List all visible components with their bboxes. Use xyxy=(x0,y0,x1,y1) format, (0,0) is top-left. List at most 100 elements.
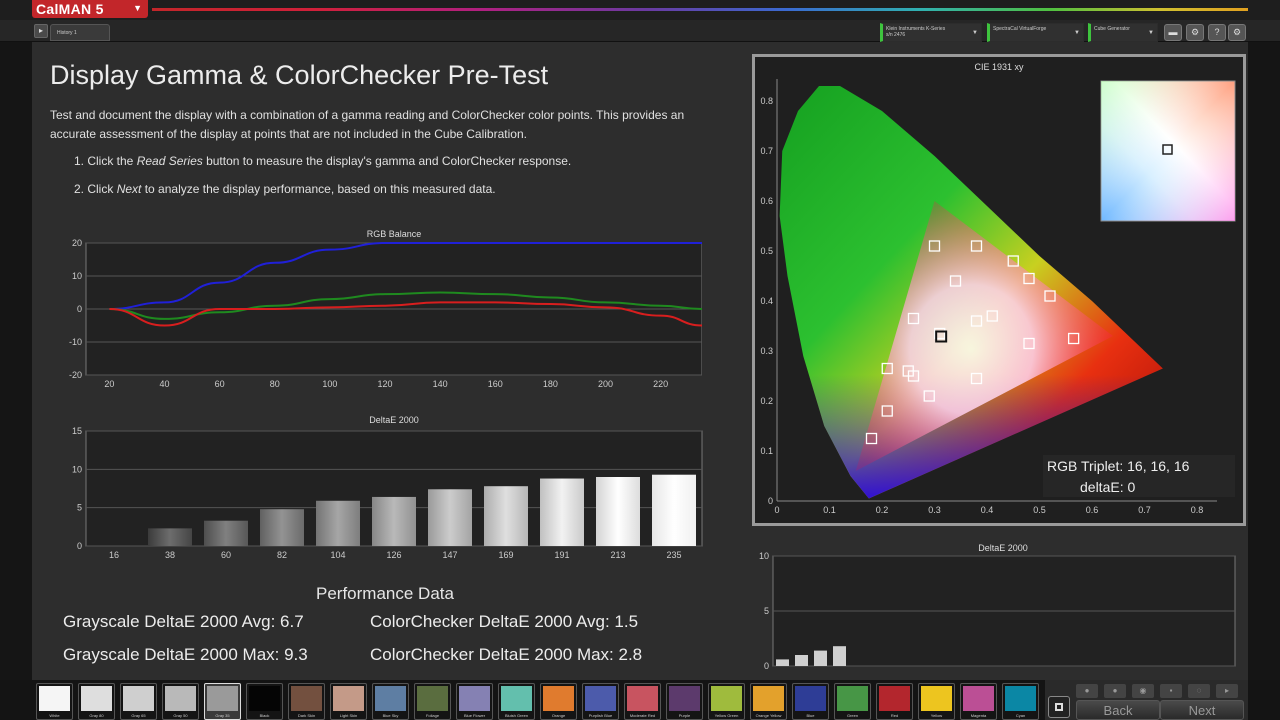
bar xyxy=(260,509,304,546)
pause-icon[interactable]: ◌ xyxy=(1188,684,1210,698)
performance-title: Performance Data xyxy=(316,584,454,603)
swatch-label: Black xyxy=(259,713,270,718)
rgb-triplet-readout: RGB Triplet: 16, 16, 16 xyxy=(1047,458,1190,474)
swatch-orange-yellow[interactable]: Orange Yellow xyxy=(750,683,787,720)
swatch-purplish-blue[interactable]: Purplish Blue xyxy=(582,683,619,720)
swatch-label: Green xyxy=(846,713,859,718)
swatch-blue-flower[interactable]: Blue Flower xyxy=(456,683,493,720)
generator-select[interactable]: Cube Generator ▼ xyxy=(1088,23,1158,42)
x-tick-label: 0.8 xyxy=(1191,505,1204,515)
next-button[interactable]: Next xyxy=(1160,700,1244,720)
swatch-label: Yellow xyxy=(930,713,943,718)
swatch-light-skin[interactable]: Light Skin xyxy=(330,683,367,720)
bar xyxy=(596,477,640,546)
x-tick-label: 213 xyxy=(610,550,625,560)
swatch-yellow-green[interactable]: Yellow Green xyxy=(708,683,745,720)
deltae-small-chart: 10 5 0 xyxy=(759,551,1236,670)
settings-icon[interactable]: ⚙ xyxy=(1228,24,1246,41)
swatch-color xyxy=(165,686,196,711)
swatch-cyan[interactable]: Cyan xyxy=(1002,683,1039,720)
repeat-icon[interactable]: ◉ xyxy=(1132,684,1154,698)
swatch-gray-50[interactable]: Gray 50 xyxy=(162,683,199,720)
swatch-gray-35[interactable]: Gray 35 xyxy=(204,683,241,720)
x-tick-label: 100 xyxy=(322,379,337,389)
swatch-label: Moderate Red xyxy=(629,713,656,718)
swatch-moderate-red[interactable]: Moderate Red xyxy=(624,683,661,720)
swatch-white[interactable]: White xyxy=(36,683,73,720)
rgb-balance-chart: 20100-10-2020 40 60 80 100 120 140 160 180 200 220 xyxy=(69,238,702,389)
swatch-label: Gray 50 xyxy=(173,713,188,718)
x-tick-label: 126 xyxy=(386,550,401,560)
x-tick-label: 0.5 xyxy=(1033,505,1046,515)
record-icon[interactable]: ● xyxy=(1104,684,1126,698)
bar xyxy=(372,496,416,546)
swatch-color xyxy=(711,686,742,711)
instruction-step-2: 2. Click Next to analyze the display per… xyxy=(74,182,496,196)
x-tick-label: 0.6 xyxy=(1086,505,1099,515)
swatch-color xyxy=(879,686,910,711)
swatch-color xyxy=(795,686,826,711)
swatch-blue[interactable]: Blue xyxy=(792,683,829,720)
settings-icon[interactable]: ⚙ xyxy=(1186,24,1204,41)
swatch-yellow[interactable]: Yellow xyxy=(918,683,955,720)
forward-icon[interactable]: ▸ xyxy=(1216,684,1238,698)
swatch-color xyxy=(249,686,280,711)
swatch-color xyxy=(39,686,70,711)
y-tick-label: 0 xyxy=(764,661,769,670)
bar xyxy=(776,659,789,666)
x-tick-label: 20 xyxy=(104,379,114,389)
swatch-red[interactable]: Red xyxy=(876,683,913,720)
help-icon[interactable]: ? xyxy=(1208,24,1226,41)
swatch-label: Cyan xyxy=(1015,713,1026,718)
x-tick-label: 147 xyxy=(442,550,457,560)
title-bar: CalMAN 5 ▼ xyxy=(0,0,1280,20)
swatch-blue-sky[interactable]: Blue Sky xyxy=(372,683,409,720)
y-tick-label: 0.5 xyxy=(760,246,773,256)
grayscale-max: Grayscale DeltaE 2000 Max: 9.3 xyxy=(63,645,308,664)
source-select[interactable]: SpectraCal VirtualForge ▼ xyxy=(987,23,1084,42)
swatch-purple[interactable]: Purple xyxy=(666,683,703,720)
y-tick-label: 10 xyxy=(72,464,82,474)
source-name: SpectraCal VirtualForge xyxy=(993,26,1047,32)
y-tick-label: 0.4 xyxy=(760,296,773,306)
swatch-orange[interactable]: Orange xyxy=(540,683,577,720)
meter-select[interactable]: Klein Instruments K-Series s/n 2476 ▼ xyxy=(880,23,982,42)
swatch-color xyxy=(627,686,658,711)
swatch-color xyxy=(291,686,322,711)
stop-button[interactable] xyxy=(1048,696,1070,718)
y-tick-label: 0.2 xyxy=(760,396,773,406)
colorchecker-max: ColorChecker DeltaE 2000 Max: 2.8 xyxy=(370,645,643,664)
swatch-label: Blue Sky xyxy=(382,713,399,718)
swatch-black[interactable]: Black xyxy=(246,683,283,720)
y-tick-label: 5 xyxy=(764,606,769,616)
swatch-gray-80[interactable]: Gray 80 xyxy=(78,683,115,720)
play-icon[interactable]: ▸ xyxy=(34,24,48,38)
swatch-color xyxy=(81,686,112,711)
swatch-bluish-green[interactable]: Bluish Green xyxy=(498,683,535,720)
tab-history[interactable]: History 1 xyxy=(50,24,110,41)
swatch-dark-skin[interactable]: Dark Skin xyxy=(288,683,325,720)
swatch-label: Gray 80 xyxy=(89,713,104,718)
bar xyxy=(814,650,827,666)
deltae-bar-chart: 15 10 5 0 16 38 60 82 104 126 147 169 191 213 235 xyxy=(72,426,703,560)
back-button[interactable]: Back xyxy=(1076,700,1160,720)
chevron-down-icon: ▼ xyxy=(133,3,142,13)
stop-small-icon[interactable]: ▪ xyxy=(1160,684,1182,698)
swatch-foliage[interactable]: Foliage xyxy=(414,683,451,720)
app-menu-button[interactable]: CalMAN 5 ▼ xyxy=(32,0,148,18)
swatch-color xyxy=(753,686,784,711)
y-tick-label: 0.7 xyxy=(760,146,773,156)
record-icon[interactable]: ● xyxy=(1076,684,1098,698)
y-tick-label: 0.8 xyxy=(760,96,773,106)
swatch-color xyxy=(921,686,952,711)
y-tick-label: 0.1 xyxy=(760,446,773,456)
swatch-magenta[interactable]: Magenta xyxy=(960,683,997,720)
x-tick-label: 82 xyxy=(277,550,287,560)
bar xyxy=(652,474,696,546)
swatch-green[interactable]: Green xyxy=(834,683,871,720)
connect-icon[interactable]: ▬ xyxy=(1164,24,1182,41)
swatch-label: White xyxy=(49,713,60,718)
swatch-gray-65[interactable]: Gray 65 xyxy=(120,683,157,720)
swatch-label: Light Skin xyxy=(339,713,358,718)
y-tick-label: 10 xyxy=(72,271,82,281)
